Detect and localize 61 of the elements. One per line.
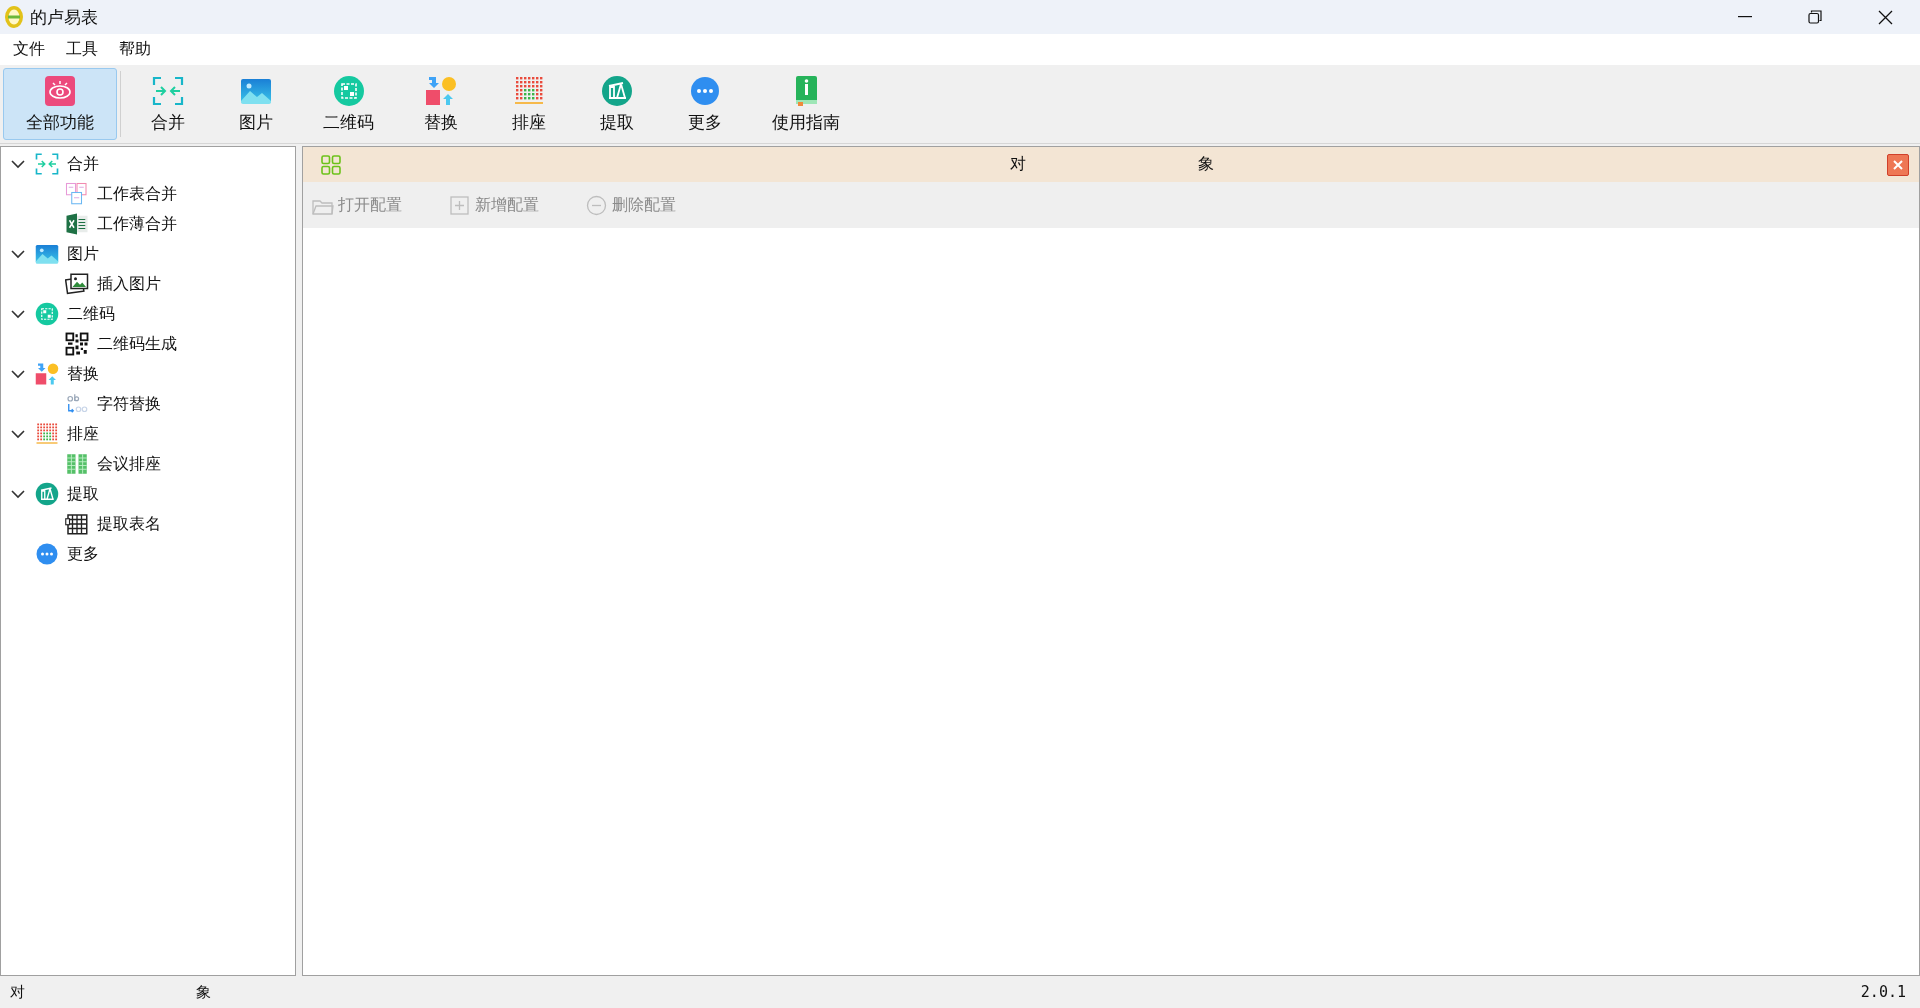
restore-icon — [1808, 10, 1822, 24]
toolbar-button[interactable]: 提取 — [573, 68, 661, 140]
close-button[interactable] — [1887, 153, 1909, 176]
grid-icon — [321, 154, 341, 175]
menu-item[interactable]: 文件 — [13, 36, 45, 63]
stacked-pictures-icon — [65, 272, 89, 296]
pumpjack-icon — [35, 482, 59, 506]
more-dots-icon — [689, 74, 721, 107]
document-pages-icon — [65, 182, 89, 206]
toolbar-button[interactable]: 替换 — [397, 68, 485, 140]
swap-blocks-icon — [425, 74, 457, 107]
tree-item[interactable]: 二维码生成 — [1, 329, 295, 359]
seat-columns-icon — [65, 452, 89, 476]
toolbar-button[interactable]: 合并 — [124, 68, 212, 140]
tree-item[interactable]: 提取表名 — [1, 509, 295, 539]
spreadsheet-x-icon — [65, 212, 89, 236]
app-logo-icon — [4, 5, 24, 29]
version-text: 2.0.1 — [1860, 983, 1906, 1001]
eye-icon — [44, 74, 76, 107]
tree-item[interactable]: 工作薄合并 — [1, 209, 295, 239]
tree-item[interactable]: 二维码 — [1, 299, 295, 329]
window-title: 的卢易表 — [30, 5, 98, 29]
close-icon — [1877, 9, 1893, 25]
toolbar-button[interactable]: 图片 — [212, 68, 300, 140]
minimize-icon — [1738, 16, 1752, 18]
status-text: 象 — [196, 982, 211, 1002]
table-grid-icon — [65, 512, 89, 536]
toolbar-button[interactable]: 二维码 — [300, 68, 397, 140]
menu-item[interactable]: 帮助 — [119, 36, 151, 63]
tree-item[interactable]: 会议排座 — [1, 449, 295, 479]
swap-blocks-icon — [35, 362, 59, 386]
minus-circle-icon — [585, 193, 608, 217]
seat-grid-icon — [35, 422, 59, 446]
qr-code-circle-icon — [332, 74, 365, 107]
qr-code-icon — [65, 332, 89, 356]
more-dots-icon — [35, 542, 59, 566]
tree-item[interactable]: 更多 — [1, 539, 295, 569]
tree-item[interactable]: 字符替换 — [1, 389, 295, 419]
tree-item[interactable]: 图片 — [1, 239, 295, 269]
merge-arrows-icon — [152, 74, 184, 107]
close-icon — [1893, 159, 1903, 170]
header-text: 对 — [1010, 154, 1026, 175]
tree-item[interactable]: 替换 — [1, 359, 295, 389]
toolbar-button[interactable]: 排座 — [485, 68, 573, 140]
landscape-picture-icon — [35, 242, 59, 266]
tree-item[interactable]: 合并 — [1, 149, 295, 179]
qr-code-circle-icon — [35, 302, 59, 326]
toolbar-button[interactable]: 全部功能 — [3, 68, 117, 140]
tree-item[interactable]: 工作表合并 — [1, 179, 295, 209]
status-text: 对 — [10, 982, 25, 1002]
toolbar-button[interactable]: 使用指南 — [749, 68, 863, 140]
menu-item[interactable]: 工具 — [66, 36, 98, 63]
pumpjack-icon — [601, 74, 633, 107]
tree-item[interactable]: 插入图片 — [1, 269, 295, 299]
merge-arrows-icon — [35, 152, 59, 176]
plus-square-icon — [448, 193, 471, 217]
seat-grid-icon — [513, 74, 545, 107]
tree-item[interactable]: 排座 — [1, 419, 295, 449]
header-text: 象 — [1198, 154, 1214, 175]
toolbar-button[interactable]: 更多 — [661, 68, 749, 140]
tree-item[interactable]: 提取 — [1, 479, 295, 509]
